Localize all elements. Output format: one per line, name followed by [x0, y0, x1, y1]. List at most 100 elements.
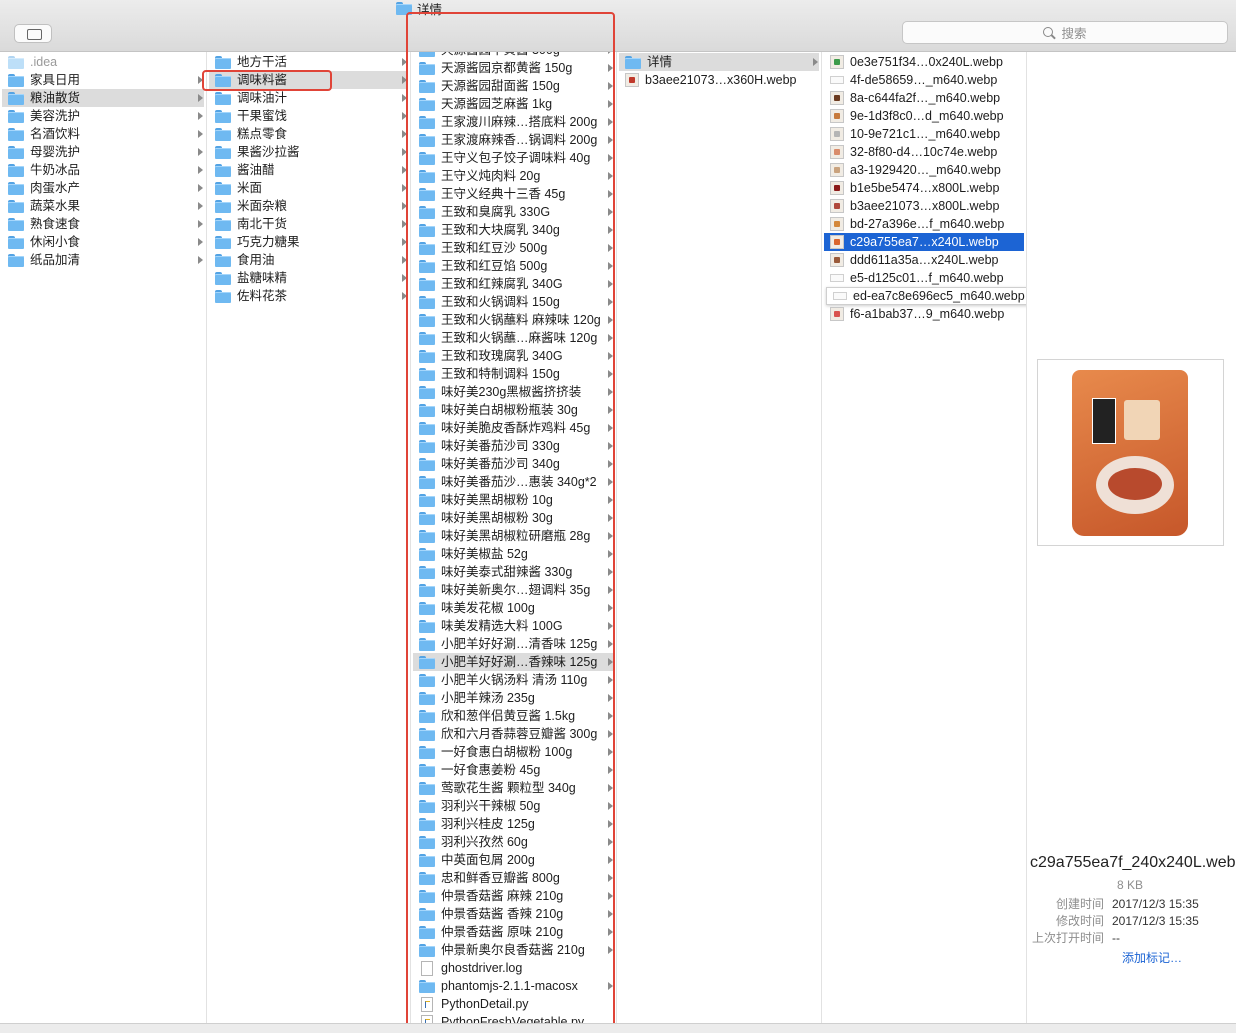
folder-row[interactable]: 调味油汁 [209, 89, 408, 107]
file-row[interactable]: ddd611a35a…x240L.webp [824, 251, 1024, 269]
file-row[interactable]: 0e3e751f34…0x240L.webp [824, 53, 1024, 71]
folder-row[interactable]: 纸品加清 [2, 251, 204, 269]
folder-icon [215, 271, 231, 285]
image-thumbnail-icon [833, 292, 847, 300]
image-thumbnail-icon [830, 217, 844, 231]
file-row[interactable]: 32-8f80-d4…10c74e.webp [824, 143, 1024, 161]
item-label: 地方干活 [237, 55, 288, 69]
folder-icon [8, 145, 24, 159]
folder-row[interactable]: 母婴洗护 [2, 143, 204, 161]
search-placeholder: 搜索 [1061, 27, 1087, 41]
folder-row[interactable]: 糕点零食 [209, 125, 408, 143]
column-2[interactable]: 地方干活 调味料酱 调味油汁 干果蜜饯 糕点零食 果酱沙拉酱 酱油醋 米面 米面杂粮 南北干货 巧克… [207, 52, 411, 1023]
folder-row[interactable]: 详情 [619, 53, 819, 71]
preview-filename: c29a755ea7f_240x240L.webp [1030, 854, 1236, 871]
folder-row[interactable]: 蔬菜水果 [2, 197, 204, 215]
item-label: 巧克力糖果 [237, 235, 300, 249]
item-label: b3aee21073…x360H.webp [645, 73, 797, 87]
folder-row[interactable]: 名酒饮料 [2, 125, 204, 143]
file-row[interactable]: a3-1929420…_m640.webp [824, 161, 1024, 179]
item-label: b1e5be5474…x800L.webp [850, 181, 1000, 195]
column-4[interactable]: 详情 b3aee21073…x360H.webp [617, 52, 822, 1023]
item-label: 纸品加清 [30, 253, 81, 267]
folder-icon [8, 181, 24, 195]
folder-icon [215, 253, 231, 267]
metadata-value: -- [1112, 931, 1120, 945]
image-thumbnail-icon [830, 109, 844, 123]
item-label: 米面 [237, 181, 263, 195]
folder-row[interactable]: 酱油醋 [209, 161, 408, 179]
item-label: 佐料花茶 [237, 289, 288, 303]
item-label: b3aee21073…x800L.webp [850, 199, 1000, 213]
folder-icon [8, 199, 24, 213]
item-label: 调味油汁 [237, 91, 288, 105]
image-thumbnail-icon [830, 145, 844, 159]
finder-window: { "window":{"title":"详情"}, "search":{"pl… [0, 0, 1236, 1033]
image-thumbnail-icon [830, 76, 844, 84]
disclosure-arrow-icon [198, 256, 203, 264]
folder-row[interactable]: 果酱沙拉酱 [209, 143, 408, 161]
column-browser: .idea 家具日用 粮油散货 美容洗护 名酒饮料 母婴洗护 牛奶冰品 肉蛋水产 蔬菜水果熟食速… [0, 12, 1236, 1028]
folder-row[interactable]: .idea [2, 53, 204, 71]
item-label: 9e-1d3f8c0…d_m640.webp [850, 109, 1004, 123]
item-label: 果酱沙拉酱 [237, 145, 300, 159]
folder-row[interactable]: 休闲小食 [2, 233, 204, 251]
item-label: .idea [30, 55, 58, 69]
folder-icon [215, 91, 231, 105]
folder-row[interactable]: 干果蜜饯 [209, 107, 408, 125]
sauce-graphic [1108, 468, 1162, 500]
folder-row[interactable]: 南北干货 [209, 215, 408, 233]
folder-row[interactable]: 粮油散货 [2, 89, 204, 107]
folder-row[interactable]: 家具日用 [2, 71, 204, 89]
folder-row[interactable]: 巧克力糖果 [209, 233, 408, 251]
file-row[interactable]: 8a-c644fa2f…_m640.webp [824, 89, 1024, 107]
disclosure-arrow-icon [198, 112, 203, 120]
folder-icon [215, 109, 231, 123]
folder-icon [215, 181, 231, 195]
column-1[interactable]: .idea 家具日用 粮油散货 美容洗护 名酒饮料 母婴洗护 牛奶冰品 肉蛋水产 蔬菜水果熟食速… [0, 52, 207, 1023]
folder-row[interactable]: 盐糖味精 [209, 269, 408, 287]
file-row[interactable]: f6-a1bab37…9_m640.webp [824, 305, 1024, 323]
folder-row[interactable]: 熟食速食 [2, 215, 204, 233]
folder-row[interactable]: 佐料花茶 [209, 287, 408, 305]
file-row[interactable]: c29a755ea7…x240L.webp [824, 233, 1024, 251]
file-row[interactable]: 4f-de58659…_m640.webp [824, 71, 1024, 89]
image-thumbnail-icon [830, 307, 844, 321]
item-label: 8a-c644fa2f…_m640.webp [850, 91, 1001, 105]
folder-icon [8, 109, 24, 123]
search-field[interactable]: 搜索 [902, 21, 1228, 44]
folder-row[interactable]: 牛奶冰品 [2, 161, 204, 179]
product-package-image [1072, 370, 1188, 536]
disclosure-arrow-icon [198, 148, 203, 156]
file-row[interactable]: b1e5be5474…x800L.webp [824, 179, 1024, 197]
metadata-key: 修改时间 [1055, 914, 1104, 928]
add-tags-link[interactable]: 添加标记… [1122, 949, 1230, 966]
annotation-box-product-list [406, 12, 615, 1028]
view-toggle-button[interactable] [14, 24, 52, 43]
file-row[interactable]: e5-d125c01…f_m640.webp [824, 269, 1024, 287]
image-thumbnail-icon [830, 181, 844, 195]
folder-icon [215, 217, 231, 231]
column-5[interactable]: 0e3e751f34…0x240L.webp 4f-de58659…_m640.w… [822, 52, 1027, 1023]
file-row[interactable]: 10-9e721c1…_m640.webp [824, 125, 1024, 143]
image-thumbnail-icon [830, 274, 844, 282]
file-row[interactable]: 9e-1d3f8c0…d_m640.webp [824, 107, 1024, 125]
folder-row[interactable]: 美容洗护 [2, 107, 204, 125]
image-thumbnail-icon [625, 73, 639, 87]
folder-row[interactable]: 地方干活 [209, 53, 408, 71]
item-label: 熟食速食 [30, 217, 81, 231]
folder-row[interactable]: 肉蛋水产 [2, 179, 204, 197]
folder-row[interactable]: 米面 [209, 179, 408, 197]
item-label: bd-27a396e…f_m640.webp [850, 217, 1005, 231]
metadata-value: 2017/12/3 15:35 [1112, 914, 1199, 928]
disclosure-arrow-icon [198, 238, 203, 246]
file-row[interactable]: b3aee21073…x800L.webp [824, 197, 1024, 215]
folder-row[interactable]: 食用油 [209, 251, 408, 269]
folder-icon [215, 199, 231, 213]
folder-row[interactable]: 米面杂粮 [209, 197, 408, 215]
file-row[interactable]: b3aee21073…x360H.webp [619, 71, 819, 89]
file-row[interactable]: bd-27a396e…f_m640.webp [824, 215, 1024, 233]
item-label: 休闲小食 [30, 235, 81, 249]
image-preview [1037, 359, 1224, 546]
file-row[interactable]: ed-ea7c8e696ec5_m640.webp [826, 287, 1026, 305]
